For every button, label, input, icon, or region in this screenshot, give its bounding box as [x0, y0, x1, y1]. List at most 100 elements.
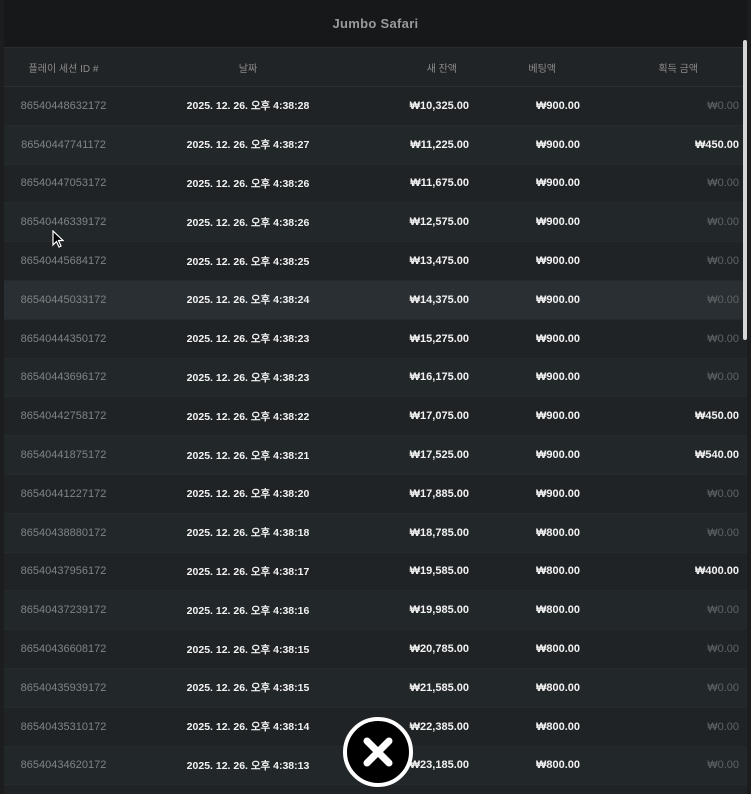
table-row[interactable]: 86540443696172 2025. 12. 26. 오후 4:38:23 ₩1…	[4, 358, 747, 398]
win-cell: ₩0.00	[707, 720, 739, 733]
win-cell: ₩0.00	[707, 371, 739, 384]
table-row[interactable]: 86540445684172 2025. 12. 26. 오후 4:38:25 ₩1…	[4, 242, 747, 281]
bet-cell: ₩800.00	[535, 681, 580, 694]
date-cell: 2025. 12. 26. 오후 4:38:23	[186, 333, 310, 346]
bet-cell: ₩900.00	[535, 332, 580, 345]
session-id-cell: 86540444350172	[20, 332, 107, 345]
close-x-icon	[363, 737, 393, 767]
table-body[interactable]: 86540448632172 2025. 12. 26. 오후 4:38:28 ₩1…	[4, 87, 747, 786]
date-cell: 2025. 12. 26. 오후 4:38:15	[186, 682, 310, 695]
win-cell: ₩0.00	[707, 177, 739, 190]
bet-cell: ₩800.00	[535, 643, 580, 656]
session-id-cell: 86540441227172	[20, 487, 107, 500]
balance-cell: ₩19,585.00	[409, 565, 469, 578]
mouse-cursor-icon	[52, 229, 65, 253]
table-row[interactable]: 86540444350172 2025. 12. 26. 오후 4:38:23 ₩1…	[4, 319, 747, 359]
win-cell: ₩450.00	[694, 138, 739, 151]
column-header-win: 획득 금액	[658, 63, 698, 75]
win-cell: ₩0.00	[707, 643, 739, 656]
session-id-cell: 86540437956172	[20, 565, 107, 578]
bet-cell: ₩900.00	[535, 371, 580, 384]
date-cell: 2025. 12. 26. 오후 4:38:16	[186, 604, 310, 617]
table-row[interactable]: 86540446339172 2025. 12. 26. 오후 4:38:26 ₩1…	[4, 203, 747, 243]
session-id-cell: 86540435310172	[20, 720, 107, 733]
balance-cell: ₩17,075.00	[409, 410, 469, 423]
table-row[interactable]: 86540441875172 2025. 12. 26. 오후 4:38:21 ₩1…	[4, 436, 747, 475]
bet-cell: ₩900.00	[535, 99, 580, 112]
win-cell: ₩0.00	[707, 216, 739, 229]
bet-cell: ₩800.00	[535, 720, 580, 733]
balance-cell: ₩18,785.00	[409, 526, 469, 539]
session-id-cell: 86540447053172	[20, 177, 107, 190]
date-cell: 2025. 12. 26. 오후 4:38:28	[186, 100, 310, 113]
bet-cell: ₩900.00	[535, 410, 580, 423]
table-row[interactable]: 86540442758172 2025. 12. 26. 오후 4:38:22 ₩1…	[4, 397, 747, 437]
balance-cell: ₩11,225.00	[410, 138, 469, 151]
balance-cell: ₩13,475.00	[409, 255, 469, 268]
session-id-cell: 86540447741172	[21, 138, 106, 151]
table-header: 플레이 세션 ID # 날짜 새 잔액 베팅액 획득 금액	[4, 48, 747, 87]
bet-cell: ₩800.00	[535, 565, 580, 578]
win-cell: ₩400.00	[694, 565, 739, 578]
table-row[interactable]: 86540436608172 2025. 12. 26. 오후 4:38:15 ₩2…	[4, 630, 747, 669]
table-row[interactable]: 86540437239172 2025. 12. 26. 오후 4:38:16 ₩1…	[4, 591, 747, 631]
balance-cell: ₩20,785.00	[409, 643, 469, 656]
session-id-cell: 86540445684172	[20, 255, 107, 268]
table-row[interactable]: 86540448632172 2025. 12. 26. 오후 4:38:28 ₩1…	[4, 87, 747, 126]
date-cell: 2025. 12. 26. 오후 4:38:20	[186, 488, 310, 501]
session-id-cell: 86540442758172	[20, 410, 107, 423]
bet-cell: ₩900.00	[535, 216, 580, 229]
table-row[interactable]: 86540441227172 2025. 12. 26. 오후 4:38:20 ₩1…	[4, 474, 747, 514]
date-cell: 2025. 12. 26. 오후 4:38:14	[186, 721, 310, 734]
session-id-cell: 86540443696172	[20, 371, 107, 384]
date-cell: 2025. 12. 26. 오후 4:38:27	[186, 139, 310, 152]
session-id-cell: 86540434620172	[20, 759, 107, 772]
history-panel: Jumbo Safari 플레이 세션 ID # 날짜 새 잔액 베팅액 획득 …	[4, 0, 747, 794]
table-row[interactable]: 86540435939172 2025. 12. 26. 오후 4:38:15 ₩2…	[4, 668, 747, 708]
date-cell: 2025. 12. 26. 오후 4:38:22	[186, 410, 310, 423]
date-cell: 2025. 12. 26. 오후 4:38:13	[186, 759, 310, 772]
bet-cell: ₩900.00	[535, 449, 580, 462]
column-header-balance: 새 잔액	[426, 63, 457, 75]
column-header-bet: 베팅액	[528, 63, 556, 75]
balance-cell: ₩15,275.00	[409, 332, 469, 345]
date-cell: 2025. 12. 26. 오후 4:38:26	[186, 216, 310, 229]
table-row[interactable]: 86540447741172 2025. 12. 26. 오후 4:38:27 ₩1…	[4, 125, 747, 165]
balance-cell: ₩14,375.00	[409, 293, 469, 306]
bet-cell: ₩900.00	[535, 293, 580, 306]
win-cell: ₩0.00	[707, 526, 739, 539]
win-cell: ₩0.00	[707, 99, 739, 112]
table-row[interactable]: 86540437956172 2025. 12. 26. 오후 4:38:17 ₩1…	[4, 552, 747, 592]
balance-cell: ₩21,585.00	[409, 681, 469, 694]
win-cell: ₩0.00	[707, 332, 739, 345]
win-cell: ₩0.00	[707, 293, 739, 306]
balance-cell: ₩12,575.00	[409, 216, 469, 229]
table-row[interactable]: 86540447053172 2025. 12. 26. 오후 4:38:26 ₩1…	[4, 164, 747, 204]
bet-cell: ₩800.00	[535, 759, 580, 772]
session-id-cell: 86540435939172	[20, 681, 107, 694]
bet-cell: ₩800.00	[535, 526, 580, 539]
bet-cell: ₩900.00	[535, 487, 580, 500]
date-cell: 2025. 12. 26. 오후 4:38:24	[186, 294, 310, 307]
date-cell: 2025. 12. 26. 오후 4:38:25	[186, 255, 310, 268]
session-id-cell: 86540441875172	[20, 449, 107, 462]
bet-cell: ₩900.00	[535, 255, 580, 268]
session-id-cell: 86540436608172	[20, 643, 107, 656]
close-button[interactable]	[343, 717, 413, 787]
win-cell: ₩450.00	[694, 410, 739, 423]
scrollbar-thumb[interactable]	[743, 40, 747, 340]
win-cell: ₩0.00	[707, 681, 739, 694]
date-cell: 2025. 12. 26. 오후 4:38:23	[186, 371, 310, 384]
win-cell: ₩0.00	[707, 255, 739, 268]
date-cell: 2025. 12. 26. 오후 4:38:18	[186, 527, 310, 540]
column-header-date: 날짜	[238, 63, 258, 75]
table-row[interactable]: 86540438880172 2025. 12. 26. 오후 4:38:18 ₩1…	[4, 513, 747, 553]
bet-cell: ₩800.00	[535, 604, 580, 617]
win-cell: ₩0.00	[707, 604, 739, 617]
bet-cell: ₩900.00	[535, 177, 580, 190]
session-id-cell: 86540437239172	[20, 604, 107, 617]
bet-cell: ₩900.00	[535, 138, 580, 151]
balance-cell: ₩19,985.00	[409, 604, 469, 617]
table-row[interactable]: 86540445033172 2025. 12. 26. 오후 4:38:24 ₩1…	[4, 280, 747, 320]
date-cell: 2025. 12. 26. 오후 4:38:15	[186, 643, 310, 656]
